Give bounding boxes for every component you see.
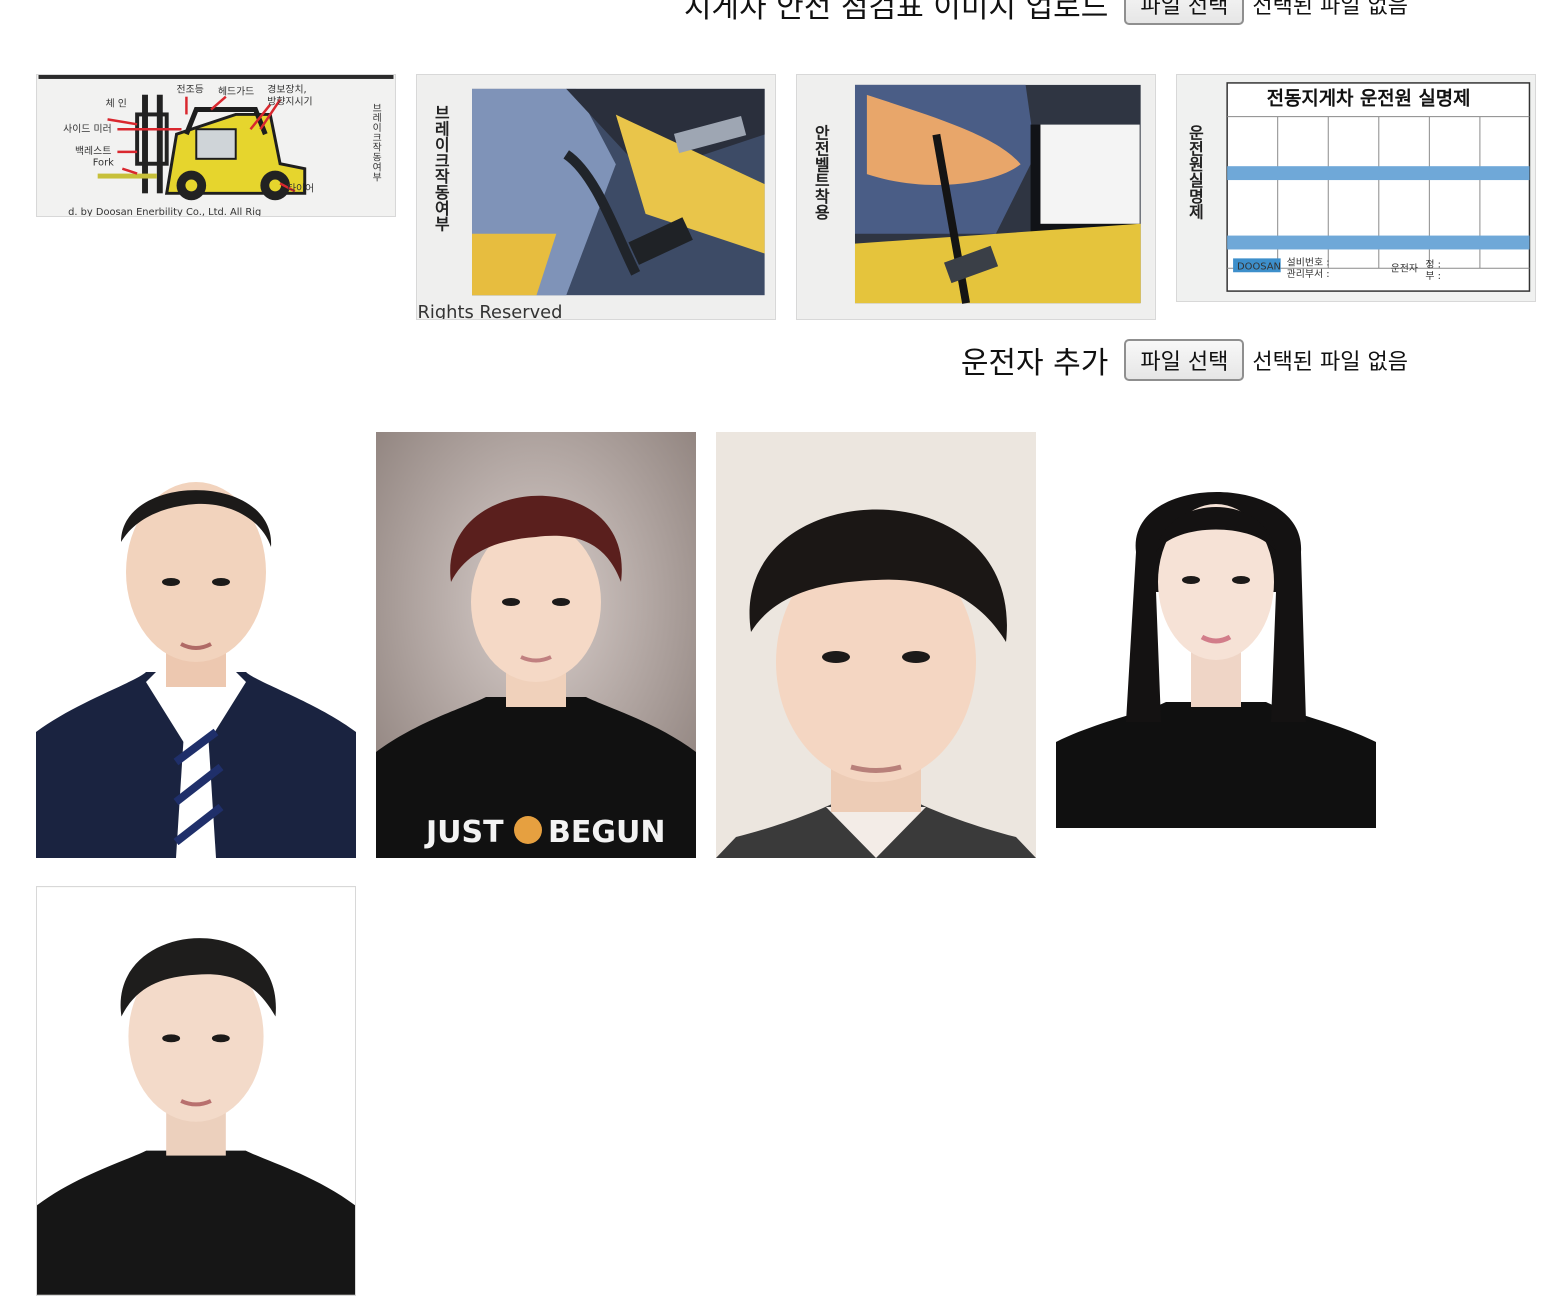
sheet-field-equipment: 설비번호 : <box>1287 256 1330 268</box>
driver-photo-1 <box>36 432 356 858</box>
seatbelt-photo-graphic: 안전벨트착용 <box>797 75 1155 319</box>
tshirt-text-left: JUST <box>424 815 504 850</box>
diagram-label-turn-signal: 방향지시기 <box>267 96 312 108</box>
sheet-title: 전동지게차 운전원 실명제 <box>1267 88 1471 110</box>
diagram-caption: d. by Doosan Enerbility Co., Ltd. All Ri… <box>68 207 261 216</box>
page: 지게차 안전 점검표 이미지 업로드 파일 선택 선택된 파일 없음 전조등 헤… <box>0 0 1552 1314</box>
checklist-upload-row: 지게차 안전 점검표 이미지 업로드 파일 선택 선택된 파일 없음 <box>684 0 1408 26</box>
checklist-image-driver-sheet: 전동지게차 운전원 실명제 DOOSAN 설비번호 : 관리부서 : 운전자 정… <box>1176 74 1536 302</box>
driver-portrait-collar <box>716 432 1036 858</box>
sheet-brand: DOOSAN <box>1237 261 1281 272</box>
driver-sheet-graphic: 전동지게차 운전원 실명제 DOOSAN 설비번호 : 관리부서 : 운전자 정… <box>1177 75 1535 301</box>
driver-portrait-suit <box>36 432 356 858</box>
driver-portrait-tshirt: JUST BEGUN <box>376 432 696 858</box>
diagram-label-alarm: 경보장치, <box>267 83 306 96</box>
checklist-file-button[interactable]: 파일 선택 <box>1124 0 1245 25</box>
diagram-label-tire: 타이어 <box>287 182 314 194</box>
sheet-field-driver: 운전자 <box>1391 262 1418 274</box>
diagram-label-chain: 체 인 <box>106 98 127 110</box>
seatbelt-vertical-label: 안전벨트착용 <box>812 125 831 221</box>
checklist-upload-label: 지게차 안전 점검표 이미지 업로드 <box>683 0 1109 25</box>
driver-file-button[interactable]: 파일 선택 <box>1124 339 1245 381</box>
checklist-image-forklift: 전조등 헤드가드 경보장치, 방향지시기 체 인 사이드 미러 백레스트 For… <box>36 74 396 217</box>
checklist-image-brake: 브레이크작동여부 Rights Reserved <box>416 74 776 320</box>
diagram-label-fork: Fork <box>93 158 114 169</box>
driver-portrait-sweater <box>37 887 355 1295</box>
forklift-diagram-graphic: 전조등 헤드가드 경보장치, 방향지시기 체 인 사이드 미러 백레스트 For… <box>38 75 394 216</box>
driver-photo-2: JUST BEGUN <box>376 432 696 858</box>
driver-upload-label: 운전자 추가 <box>960 346 1109 381</box>
sheet-field-department: 관리부서 : <box>1287 268 1330 280</box>
diagram-label-headguard: 헤드가드 <box>218 86 254 98</box>
driver-photo-3 <box>716 432 1036 858</box>
driver-photo-5 <box>36 886 356 1296</box>
brake-caption: Rights Reserved <box>417 302 562 319</box>
driver-photo-4 <box>1056 432 1376 828</box>
diagram-label-brake: 브레이크작동여부 <box>370 102 382 182</box>
diagram-label-headlight: 전조등 <box>177 84 204 96</box>
checklist-file-input[interactable]: 파일 선택 선택된 파일 없음 <box>1124 0 1408 25</box>
sheet-vertical-label: 운전원실명제 <box>1186 125 1205 221</box>
diagram-label-side-mirror: 사이드 미러 <box>63 123 112 135</box>
tshirt-text-right: BEGUN <box>548 815 665 850</box>
driver-upload-row: 운전자 추가 파일 선택 선택된 파일 없음 <box>961 338 1408 382</box>
driver-portrait-longhair <box>1056 432 1376 828</box>
brake-vertical-label: 브레이크작동여부 <box>432 105 451 233</box>
brake-photo-graphic: 브레이크작동여부 Rights Reserved <box>417 75 775 319</box>
checklist-file-status: 선택된 파일 없음 <box>1252 0 1408 19</box>
sheet-field-primary: 정 : <box>1425 258 1441 270</box>
sheet-field-secondary: 부 : <box>1425 271 1441 282</box>
checklist-image-seatbelt: 안전벨트착용 <box>796 74 1156 320</box>
diagram-label-backrest: 백레스트 <box>75 145 111 157</box>
driver-file-input[interactable]: 파일 선택 선택된 파일 없음 <box>1124 339 1408 381</box>
driver-file-status: 선택된 파일 없음 <box>1252 350 1408 375</box>
